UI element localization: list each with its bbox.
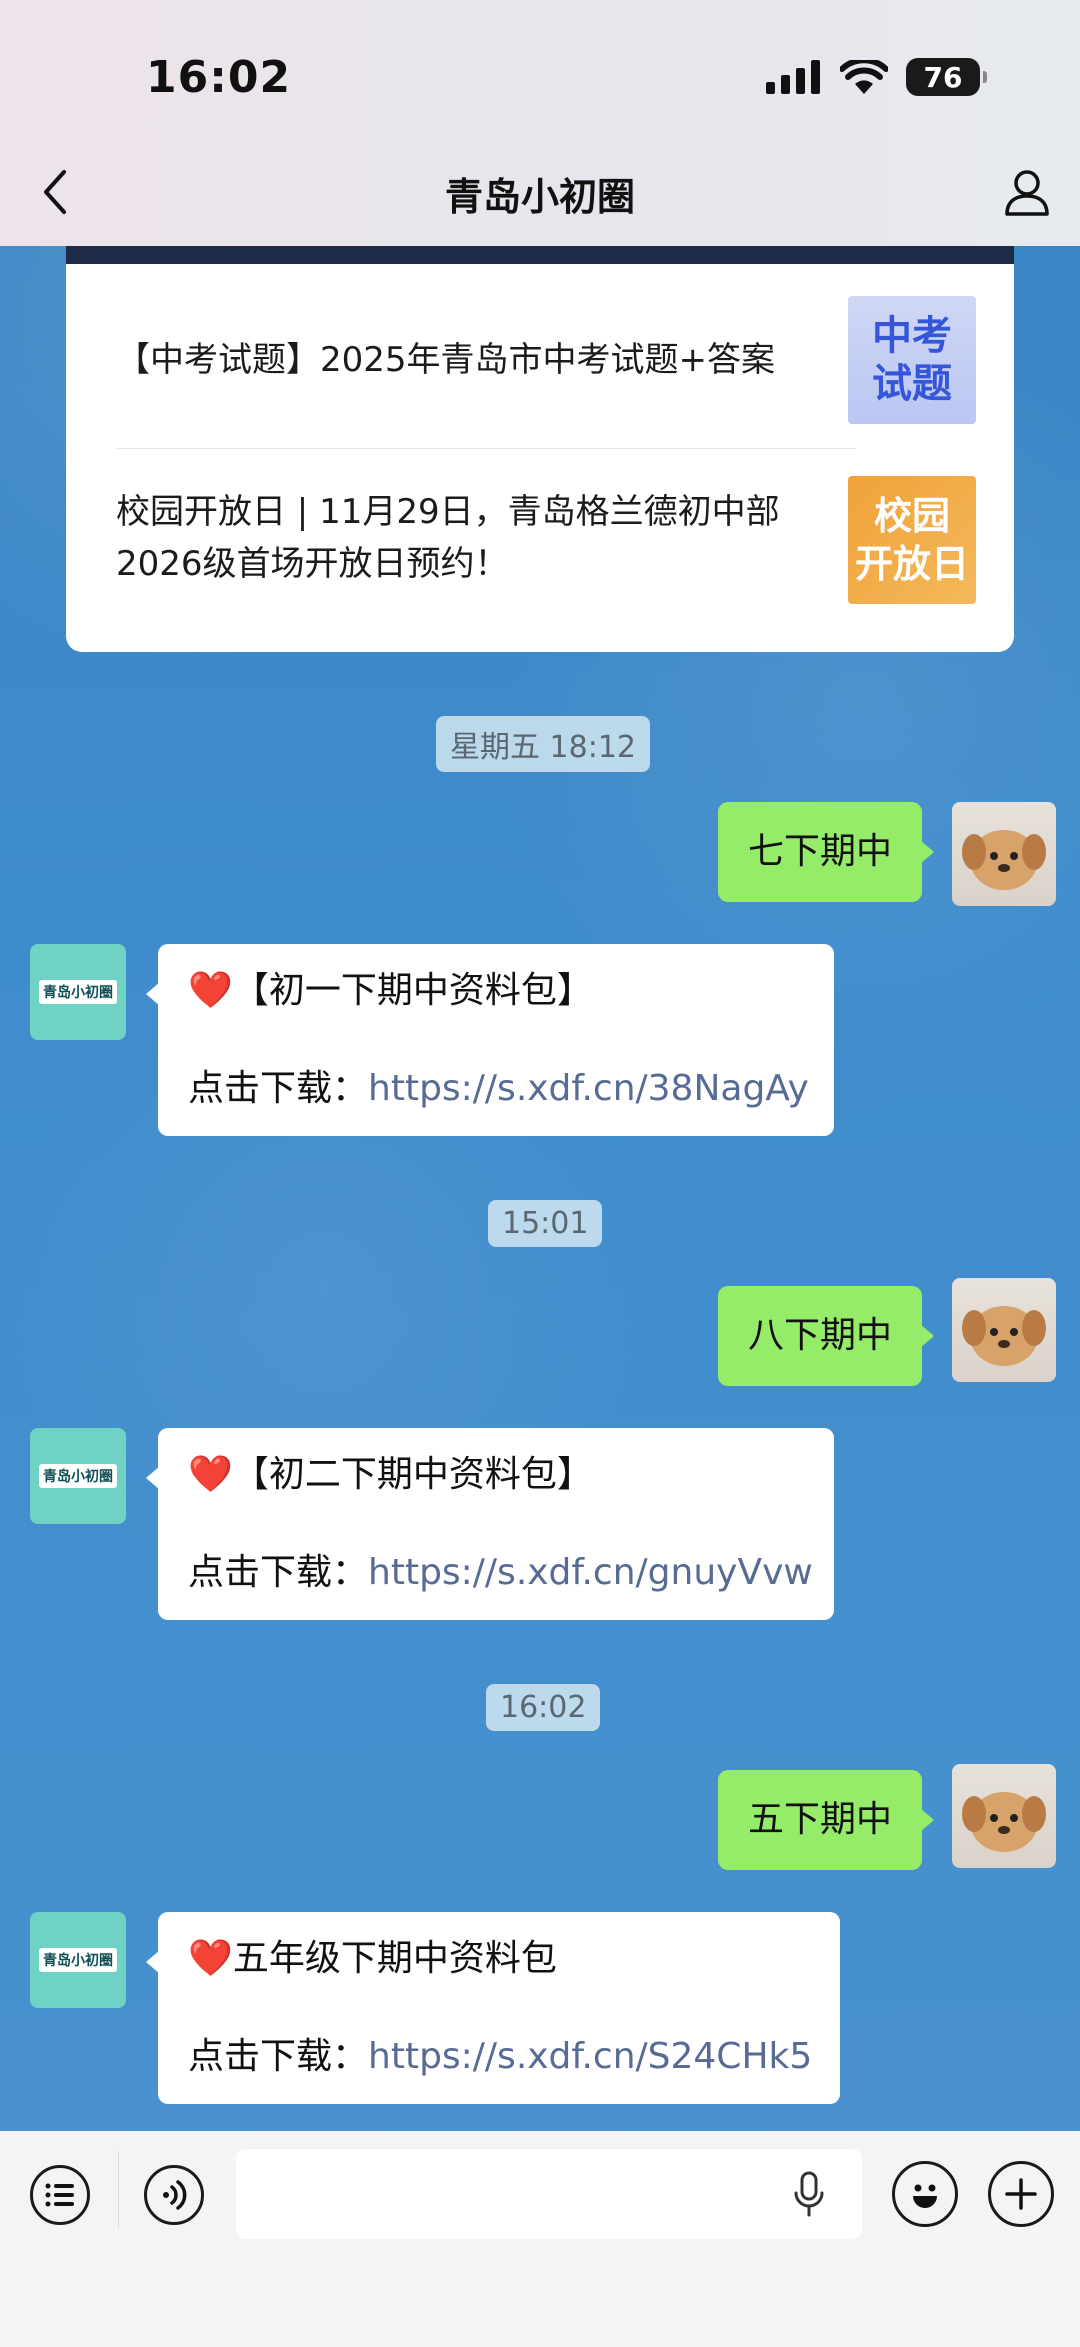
- heart-icon: ❤️: [188, 1938, 233, 1979]
- article-thumbnail: 校园 开放日: [848, 476, 976, 604]
- sent-message[interactable]: 八下期中: [717, 1286, 935, 1386]
- my-avatar[interactable]: [952, 1764, 1056, 1868]
- message-title: 【初一下期中资料包】: [232, 970, 593, 1011]
- download-link[interactable]: https://s.xdf.cn/gnuyVvw: [368, 1552, 813, 1593]
- bot-avatar-label: 青岛小初圈: [39, 980, 117, 1004]
- message-title-line: ❤️五年级下期中资料包: [188, 1926, 810, 1992]
- bot-avatar-label: 青岛小初圈: [39, 1464, 117, 1488]
- message-title-line: ❤️【初一下期中资料包】: [188, 958, 804, 1024]
- download-link[interactable]: https://s.xdf.cn/38NagAy: [368, 1068, 809, 1109]
- article-title: 【中考试题】2025年青岛市中考试题+答案: [116, 340, 776, 380]
- puppy-avatar-icon: [962, 1792, 1046, 1852]
- smiley-icon: [913, 2184, 937, 2208]
- divider: [118, 2151, 119, 2229]
- input-bar: [0, 2131, 1080, 2347]
- timestamp: 15:01: [488, 1200, 603, 1247]
- voice-button[interactable]: [144, 2165, 204, 2225]
- received-message: ❤️【初一下期中资料包】 点击下载：https://s.xdf.cn/38Nag…: [146, 944, 834, 1136]
- emoji-button[interactable]: [892, 2161, 958, 2227]
- message-title: 五年级下期中资料包: [232, 1938, 557, 1979]
- sent-message[interactable]: 五下期中: [717, 1770, 935, 1870]
- voice-wave-icon: [163, 2180, 187, 2210]
- plus-icon: [1005, 2178, 1037, 2210]
- article-card-topbar: [66, 246, 1014, 264]
- article-divider: [116, 448, 856, 449]
- timestamp: 星期五 18:12: [436, 716, 650, 772]
- bot-avatar[interactable]: 青岛小初圈: [30, 944, 126, 1040]
- chat-title: 青岛小初圈: [444, 175, 635, 219]
- bot-avatar[interactable]: 青岛小初圈: [30, 1912, 126, 2008]
- status-icons: 76: [766, 58, 987, 96]
- bot-avatar-label: 青岛小初圈: [39, 1948, 117, 1972]
- received-message: ❤️五年级下期中资料包 点击下载：https://s.xdf.cn/S24CHk…: [146, 1912, 840, 2104]
- article-card: 【中考试题】2025年青岛市中考试题+答案 中考 试题 校园开放日 | 11月2…: [66, 246, 1014, 652]
- message-link-line: 点击下载：https://s.xdf.cn/gnuyVvw: [188, 1540, 813, 1606]
- download-prefix: 点击下载：: [188, 1068, 369, 1109]
- message-link-line: 点击下载：https://s.xdf.cn/S24CHk5: [188, 2024, 812, 2090]
- my-avatar[interactable]: [952, 802, 1056, 906]
- my-avatar[interactable]: [952, 1278, 1056, 1382]
- message-title: 【初二下期中资料包】: [232, 1454, 593, 1495]
- header: 16:02 76 青岛小初圈: [0, 0, 1080, 246]
- download-prefix: 点击下载：: [188, 1552, 369, 1593]
- article-item-open-day[interactable]: 校园开放日 | 11月29日，青岛格兰德初中部2026级首场开放日预约！ 校园 …: [116, 476, 976, 604]
- received-message: ❤️【初二下期中资料包】 点击下载：https://s.xdf.cn/gnuyV…: [146, 1428, 834, 1620]
- menu-toggle-button[interactable]: [30, 2165, 90, 2225]
- wifi-icon: [840, 60, 888, 94]
- message-title-line: ❤️【初二下期中资料包】: [188, 1442, 804, 1508]
- message-link-line: 点击下载：https://s.xdf.cn/38NagAy: [188, 1056, 809, 1122]
- signal-icon: [766, 60, 820, 94]
- bot-avatar[interactable]: 青岛小初圈: [30, 1428, 126, 1524]
- article-item-zhongkao[interactable]: 【中考试题】2025年青岛市中考试题+答案 中考 试题: [116, 296, 976, 424]
- microphone-icon[interactable]: [792, 2171, 826, 2217]
- article-thumbnail: 中考 试题: [848, 296, 976, 424]
- battery-indicator: 76: [906, 58, 987, 96]
- thumbnail-text: 校园 开放日: [854, 494, 969, 586]
- profile-icon[interactable]: [1004, 168, 1050, 216]
- heart-icon: ❤️: [188, 970, 233, 1011]
- puppy-avatar-icon: [962, 830, 1046, 890]
- list-icon: [45, 2183, 74, 2207]
- article-title: 校园开放日 | 11月29日，青岛格兰德初中部2026级首场开放日预约！: [116, 492, 780, 584]
- download-link[interactable]: https://s.xdf.cn/S24CHk5: [368, 2036, 812, 2077]
- timestamp: 16:02: [486, 1684, 601, 1731]
- heart-icon: ❤️: [188, 1454, 233, 1495]
- thumbnail-text: 中考 试题: [872, 313, 952, 407]
- download-prefix: 点击下载：: [188, 2036, 369, 2077]
- message-input[interactable]: [236, 2149, 862, 2239]
- puppy-avatar-icon: [962, 1306, 1046, 1366]
- more-button[interactable]: [988, 2161, 1054, 2227]
- sent-message[interactable]: 七下期中: [717, 802, 935, 902]
- status-time: 16:02: [146, 52, 292, 103]
